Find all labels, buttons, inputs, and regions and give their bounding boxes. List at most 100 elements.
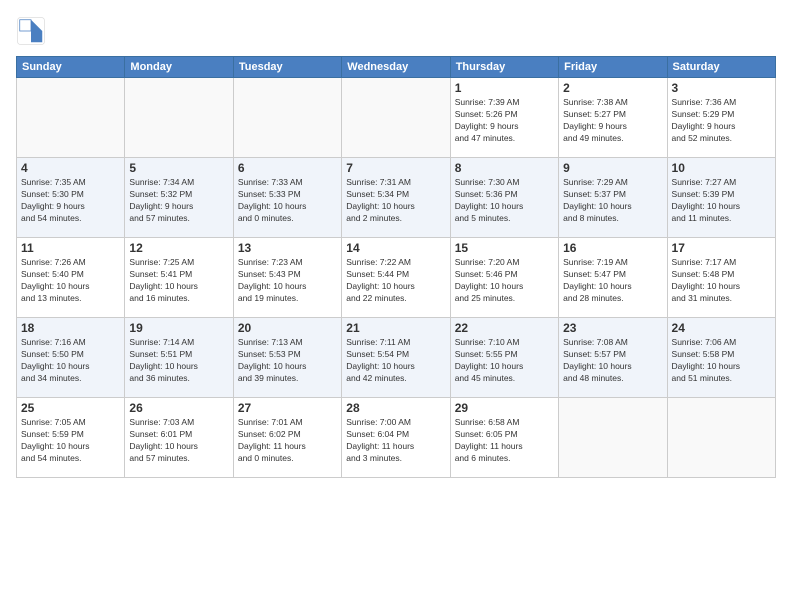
logo — [16, 16, 50, 46]
day-info: Sunrise: 7:16 AM Sunset: 5:50 PM Dayligh… — [21, 337, 120, 385]
day-number: 16 — [563, 241, 662, 255]
week-row-1: 1 Sunrise: 7:39 AM Sunset: 5:26 PM Daylig… — [17, 78, 776, 158]
day-info: Sunrise: 7:11 AM Sunset: 5:54 PM Dayligh… — [346, 337, 445, 385]
day-info: Sunrise: 7:38 AM Sunset: 5:27 PM Dayligh… — [563, 97, 662, 145]
day-number: 25 — [21, 401, 120, 415]
day-info: Sunrise: 7:35 AM Sunset: 5:30 PM Dayligh… — [21, 177, 120, 225]
day-info: Sunrise: 7:03 AM Sunset: 6:01 PM Dayligh… — [129, 417, 228, 465]
calendar-cell: 6 Sunrise: 7:33 AM Sunset: 5:33 PM Daylig… — [233, 158, 341, 238]
calendar-cell: 4Sunrise: 7:35 AM Sunset: 5:30 PM Daylig… — [17, 158, 125, 238]
day-number: 1 — [455, 81, 554, 95]
week-row-2: 4Sunrise: 7:35 AM Sunset: 5:30 PM Daylig… — [17, 158, 776, 238]
col-header-sunday: Sunday — [17, 57, 125, 78]
day-info: Sunrise: 7:34 AM Sunset: 5:32 PM Dayligh… — [129, 177, 228, 225]
day-number: 24 — [672, 321, 771, 335]
calendar-cell: 9 Sunrise: 7:29 AM Sunset: 5:37 PM Daylig… — [559, 158, 667, 238]
day-number: 15 — [455, 241, 554, 255]
day-number: 14 — [346, 241, 445, 255]
day-number: 11 — [21, 241, 120, 255]
calendar-cell: 22 Sunrise: 7:10 AM Sunset: 5:55 PM Dayli… — [450, 318, 558, 398]
calendar-cell: 1 Sunrise: 7:39 AM Sunset: 5:26 PM Daylig… — [450, 78, 558, 158]
calendar-cell: 27 Sunrise: 7:01 AM Sunset: 6:02 PM Dayli… — [233, 398, 341, 478]
calendar-cell: 20 Sunrise: 7:13 AM Sunset: 5:53 PM Dayli… — [233, 318, 341, 398]
calendar-cell: 23 Sunrise: 7:08 AM Sunset: 5:57 PM Dayli… — [559, 318, 667, 398]
calendar-cell — [17, 78, 125, 158]
day-info: Sunrise: 6:58 AM Sunset: 6:05 PM Dayligh… — [455, 417, 554, 465]
day-info: Sunrise: 7:08 AM Sunset: 5:57 PM Dayligh… — [563, 337, 662, 385]
calendar-table: SundayMondayTuesdayWednesdayThursdayFrid… — [16, 56, 776, 478]
calendar-cell: 7Sunrise: 7:31 AM Sunset: 5:34 PM Daylig… — [342, 158, 450, 238]
day-info: Sunrise: 7:30 AM Sunset: 5:36 PM Dayligh… — [455, 177, 554, 225]
calendar-cell: 16 Sunrise: 7:19 AM Sunset: 5:47 PM Dayli… — [559, 238, 667, 318]
week-row-3: 11 Sunrise: 7:26 AM Sunset: 5:40 PM Dayli… — [17, 238, 776, 318]
calendar-cell: 11 Sunrise: 7:26 AM Sunset: 5:40 PM Dayli… — [17, 238, 125, 318]
day-info: Sunrise: 7:33 AM Sunset: 5:33 PM Dayligh… — [238, 177, 337, 225]
day-number: 29 — [455, 401, 554, 415]
day-number: 22 — [455, 321, 554, 335]
day-number: 3 — [672, 81, 771, 95]
calendar-cell: 8 Sunrise: 7:30 AM Sunset: 5:36 PM Daylig… — [450, 158, 558, 238]
calendar-cell: 15 Sunrise: 7:20 AM Sunset: 5:46 PM Dayli… — [450, 238, 558, 318]
col-header-saturday: Saturday — [667, 57, 775, 78]
day-number: 8 — [455, 161, 554, 175]
week-row-4: 18 Sunrise: 7:16 AM Sunset: 5:50 PM Dayli… — [17, 318, 776, 398]
day-number: 23 — [563, 321, 662, 335]
calendar-cell: 25 Sunrise: 7:05 AM Sunset: 5:59 PM Dayli… — [17, 398, 125, 478]
day-number: 18 — [21, 321, 120, 335]
page: SundayMondayTuesdayWednesdayThursdayFrid… — [0, 0, 792, 612]
day-number: 19 — [129, 321, 228, 335]
calendar-cell: 21Sunrise: 7:11 AM Sunset: 5:54 PM Dayli… — [342, 318, 450, 398]
day-info: Sunrise: 7:20 AM Sunset: 5:46 PM Dayligh… — [455, 257, 554, 305]
calendar-cell — [342, 78, 450, 158]
day-info: Sunrise: 7:01 AM Sunset: 6:02 PM Dayligh… — [238, 417, 337, 465]
day-info: Sunrise: 7:00 AM Sunset: 6:04 PM Dayligh… — [346, 417, 445, 465]
week-row-5: 25 Sunrise: 7:05 AM Sunset: 5:59 PM Dayli… — [17, 398, 776, 478]
day-number: 6 — [238, 161, 337, 175]
day-number: 2 — [563, 81, 662, 95]
day-info: Sunrise: 7:14 AM Sunset: 5:51 PM Dayligh… — [129, 337, 228, 385]
day-info: Sunrise: 7:17 AM Sunset: 5:48 PM Dayligh… — [672, 257, 771, 305]
day-info: Sunrise: 7:36 AM Sunset: 5:29 PM Dayligh… — [672, 97, 771, 145]
day-info: Sunrise: 7:19 AM Sunset: 5:47 PM Dayligh… — [563, 257, 662, 305]
day-number: 12 — [129, 241, 228, 255]
day-info: Sunrise: 7:39 AM Sunset: 5:26 PM Dayligh… — [455, 97, 554, 145]
day-number: 10 — [672, 161, 771, 175]
calendar-cell: 3 Sunrise: 7:36 AM Sunset: 5:29 PM Daylig… — [667, 78, 775, 158]
calendar-cell: 13 Sunrise: 7:23 AM Sunset: 5:43 PM Dayli… — [233, 238, 341, 318]
day-info: Sunrise: 7:10 AM Sunset: 5:55 PM Dayligh… — [455, 337, 554, 385]
day-info: Sunrise: 7:23 AM Sunset: 5:43 PM Dayligh… — [238, 257, 337, 305]
col-header-friday: Friday — [559, 57, 667, 78]
header — [16, 16, 776, 46]
calendar-cell: 26 Sunrise: 7:03 AM Sunset: 6:01 PM Dayli… — [125, 398, 233, 478]
calendar-cell: 17Sunrise: 7:17 AM Sunset: 5:48 PM Dayli… — [667, 238, 775, 318]
day-number: 20 — [238, 321, 337, 335]
day-info: Sunrise: 7:27 AM Sunset: 5:39 PM Dayligh… — [672, 177, 771, 225]
calendar-cell — [667, 398, 775, 478]
day-info: Sunrise: 7:29 AM Sunset: 5:37 PM Dayligh… — [563, 177, 662, 225]
calendar-cell — [233, 78, 341, 158]
day-info: Sunrise: 7:13 AM Sunset: 5:53 PM Dayligh… — [238, 337, 337, 385]
col-header-tuesday: Tuesday — [233, 57, 341, 78]
calendar-cell: 10 Sunrise: 7:27 AM Sunset: 5:39 PM Dayli… — [667, 158, 775, 238]
day-info: Sunrise: 7:22 AM Sunset: 5:44 PM Dayligh… — [346, 257, 445, 305]
col-header-wednesday: Wednesday — [342, 57, 450, 78]
calendar-cell: 12Sunrise: 7:25 AM Sunset: 5:41 PM Dayli… — [125, 238, 233, 318]
day-info: Sunrise: 7:31 AM Sunset: 5:34 PM Dayligh… — [346, 177, 445, 225]
calendar-cell: 5Sunrise: 7:34 AM Sunset: 5:32 PM Daylig… — [125, 158, 233, 238]
day-number: 26 — [129, 401, 228, 415]
calendar-cell: 2 Sunrise: 7:38 AM Sunset: 5:27 PM Daylig… — [559, 78, 667, 158]
day-number: 9 — [563, 161, 662, 175]
day-number: 13 — [238, 241, 337, 255]
calendar-cell — [559, 398, 667, 478]
col-header-thursday: Thursday — [450, 57, 558, 78]
calendar-cell: 29 Sunrise: 6:58 AM Sunset: 6:05 PM Dayli… — [450, 398, 558, 478]
day-info: Sunrise: 7:26 AM Sunset: 5:40 PM Dayligh… — [21, 257, 120, 305]
logo-icon — [16, 16, 46, 46]
calendar-cell: 24 Sunrise: 7:06 AM Sunset: 5:58 PM Dayli… — [667, 318, 775, 398]
col-header-monday: Monday — [125, 57, 233, 78]
day-info: Sunrise: 7:06 AM Sunset: 5:58 PM Dayligh… — [672, 337, 771, 385]
calendar-cell: 28 Sunrise: 7:00 AM Sunset: 6:04 PM Dayli… — [342, 398, 450, 478]
day-number: 27 — [238, 401, 337, 415]
day-number: 28 — [346, 401, 445, 415]
day-info: Sunrise: 7:05 AM Sunset: 5:59 PM Dayligh… — [21, 417, 120, 465]
